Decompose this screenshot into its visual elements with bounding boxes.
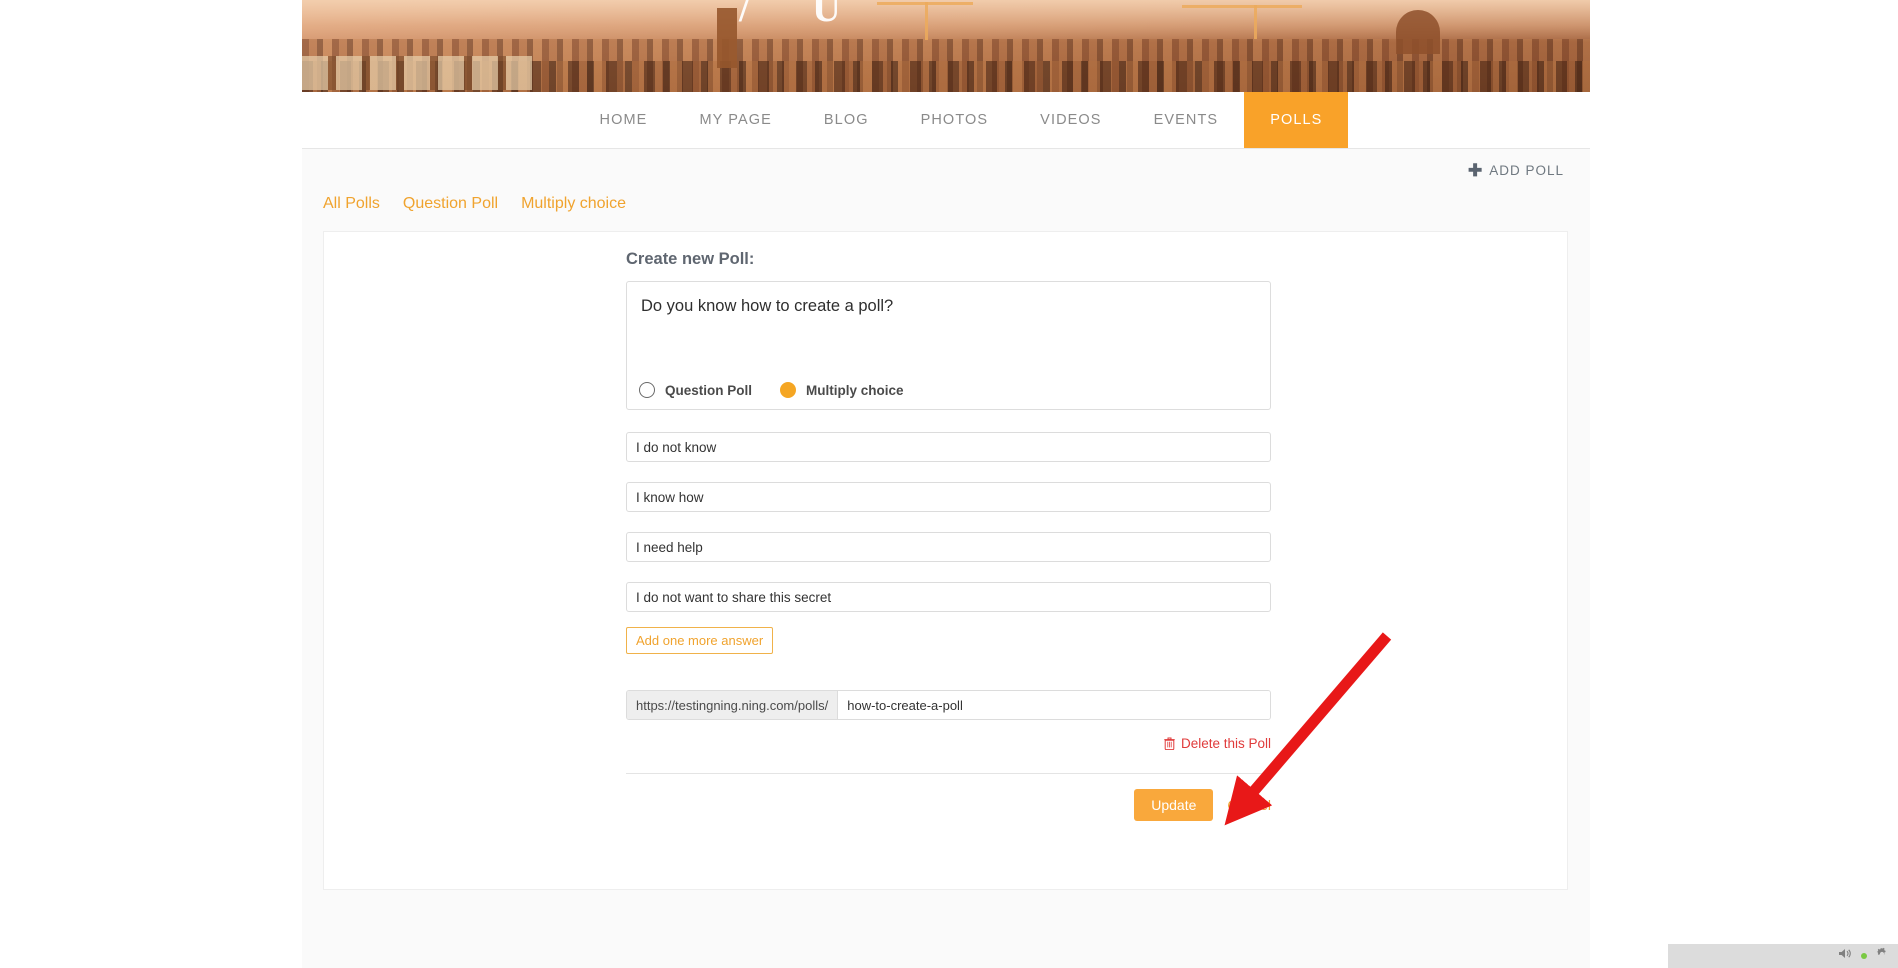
add-one-more-answer-button[interactable]: Add one more answer [626,627,774,654]
nav-item-home[interactable]: HOME [574,92,674,148]
site-banner-image: / U [302,0,1590,92]
cancel-button[interactable]: Cancel [1227,797,1271,813]
tab-all-polls[interactable]: All Polls [323,195,403,213]
status-indicator-dot [1861,953,1867,959]
radio-multiply-choice[interactable]: Multiply choice [780,382,904,398]
banner-dome [1396,10,1440,54]
answer-input-1[interactable] [626,432,1271,462]
answer-input-2[interactable] [626,482,1271,512]
radio-checked-icon [780,382,797,398]
speaker-icon[interactable] [1838,947,1853,965]
poll-filter-tabs: All Polls Question Poll Multiply choice [323,195,649,213]
screen: / U HOME MY PAGE BLOG PHOTOS VIDEOS EVEN… [0,0,1898,968]
radio-unchecked-icon [639,382,655,398]
answers-list: Add one more answer [626,432,1271,654]
plus-icon: ✚ [1467,161,1483,180]
tab-question-poll[interactable]: Question Poll [403,195,521,213]
trash-icon [1164,737,1175,750]
form-actions: Update Cancel [626,789,1271,821]
content-card: Create new Poll: Question Poll Multiply … [323,231,1568,890]
banner-overlay-glyph-right: U [812,0,841,30]
banner-tower [717,8,737,68]
delete-poll-row: Delete this Poll [626,736,1271,751]
poll-type-radio-group: Question Poll Multiply choice [639,382,904,398]
radio-question-poll[interactable]: Question Poll [639,382,752,398]
banner-overlay-glyph-left: / [739,0,751,30]
page-body: ✚ ADD POLL All Polls Question Poll Multi… [302,149,1590,968]
nav-item-videos[interactable]: VIDEOS [1014,92,1127,148]
radio-question-poll-label: Question Poll [665,382,753,398]
nav-item-blog[interactable]: BLOG [798,92,895,148]
radio-multiply-choice-label: Multiply choice [806,382,904,398]
create-poll-form: Create new Poll: Question Poll Multiply … [626,250,1271,821]
tab-multiply-choice[interactable]: Multiply choice [521,195,649,213]
nav-item-my-page[interactable]: MY PAGE [673,92,797,148]
gear-icon[interactable] [1875,947,1889,966]
poll-url-slug-input[interactable] [838,691,1270,719]
page-title: Create new Poll: [626,250,755,268]
banner-crane-left [877,2,973,40]
banner-crane-right [1182,5,1302,39]
banner-bridge [302,56,532,90]
question-box[interactable]: Question Poll Multiply choice [626,281,1271,410]
update-button[interactable]: Update [1134,789,1214,821]
poll-question-input[interactable] [639,294,1258,319]
answer-input-3[interactable] [626,532,1271,562]
add-poll-button[interactable]: ✚ ADD POLL [1468,162,1564,179]
nav-item-events[interactable]: EVENTS [1128,92,1245,148]
nav-item-photos[interactable]: PHOTOS [895,92,1015,148]
site-column: / U HOME MY PAGE BLOG PHOTOS VIDEOS EVEN… [302,0,1590,968]
form-divider [626,773,1271,774]
add-poll-label: ADD POLL [1489,163,1564,178]
poll-url-row: https://testingning.ning.com/polls/ [626,690,1271,720]
main-navigation: HOME MY PAGE BLOG PHOTOS VIDEOS EVENTS P… [302,92,1590,149]
delete-poll-link[interactable]: Delete this Poll [1181,736,1271,751]
poll-url-prefix: https://testingning.ning.com/polls/ [627,691,839,719]
system-tray [1668,944,1898,968]
nav-item-polls[interactable]: POLLS [1244,92,1349,148]
answer-input-4[interactable] [626,582,1271,612]
